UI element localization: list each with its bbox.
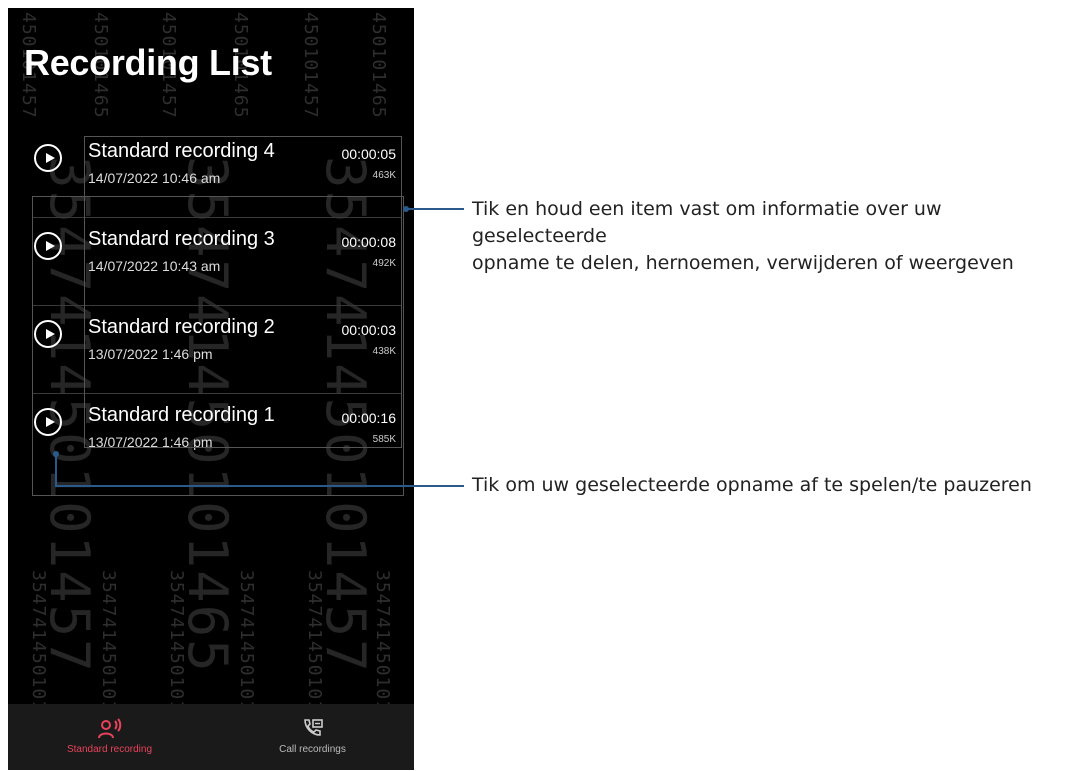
recording-date: 13/07/2022 1:46 pm	[88, 346, 213, 362]
phone-screen: 450101457 450101465 450101457 450101465 …	[8, 8, 414, 770]
mic-wave-icon	[97, 718, 122, 745]
play-icon[interactable]	[34, 232, 62, 260]
callout-text-line: Tik en houd een item vast om informatie …	[472, 198, 942, 247]
tab-call-recordings[interactable]: Call recordings	[211, 704, 414, 770]
recording-size: 585K	[372, 434, 396, 445]
play-icon[interactable]	[34, 320, 62, 348]
recording-size: 463K	[372, 170, 396, 181]
tab-standard-recording[interactable]: Standard recording	[8, 704, 211, 770]
recording-list-item[interactable]: Standard recording 4 14/07/2022 10:46 am…	[8, 130, 414, 218]
recording-duration: 00:00:05	[341, 146, 397, 162]
callout-long-press: Tik en houd een item vast om informatie …	[472, 196, 1080, 277]
page-title: Recording List	[24, 42, 272, 83]
watermark-text: 450101465	[368, 12, 389, 119]
recording-size: 438K	[372, 346, 396, 357]
recording-list: Standard recording 4 14/07/2022 10:46 am…	[8, 130, 414, 482]
recording-name: Standard recording 3	[88, 228, 275, 250]
recording-size: 492K	[372, 258, 396, 269]
recording-duration: 00:00:08	[341, 234, 397, 250]
tab-label: Call recordings	[279, 744, 346, 755]
callout-line	[55, 485, 464, 487]
play-icon[interactable]	[34, 408, 62, 436]
recording-name: Standard recording 1	[88, 404, 275, 426]
recording-duration: 00:00:16	[341, 410, 397, 426]
recording-name: Standard recording 4	[88, 140, 275, 162]
play-icon[interactable]	[34, 144, 62, 172]
recording-list-item[interactable]: Standard recording 3 14/07/2022 10:43 am…	[8, 218, 414, 306]
recording-date: 14/07/2022 10:43 am	[88, 258, 221, 274]
callout-play-pause: Tik om uw geselecteerde opname af te spe…	[472, 474, 1032, 496]
callout-line	[55, 454, 57, 486]
watermark-text: 450101457	[300, 12, 321, 119]
recording-duration: 00:00:03	[341, 322, 397, 338]
recording-date: 13/07/2022 1:46 pm	[88, 434, 213, 450]
bottom-nav: Standard recording Call recordings	[8, 704, 414, 770]
recording-list-item[interactable]: Standard recording 2 13/07/2022 1:46 pm …	[8, 306, 414, 394]
recording-list-item[interactable]: Standard recording 1 13/07/2022 1:46 pm …	[8, 394, 414, 482]
tab-label: Standard recording	[66, 744, 153, 755]
callout-text-line: opname te delen, hernoemen, verwijderen …	[472, 252, 1014, 274]
call-recording-icon	[302, 718, 324, 743]
recording-date: 14/07/2022 10:46 am	[88, 170, 221, 186]
callout-line	[408, 208, 464, 210]
recording-name: Standard recording 2	[88, 316, 275, 338]
